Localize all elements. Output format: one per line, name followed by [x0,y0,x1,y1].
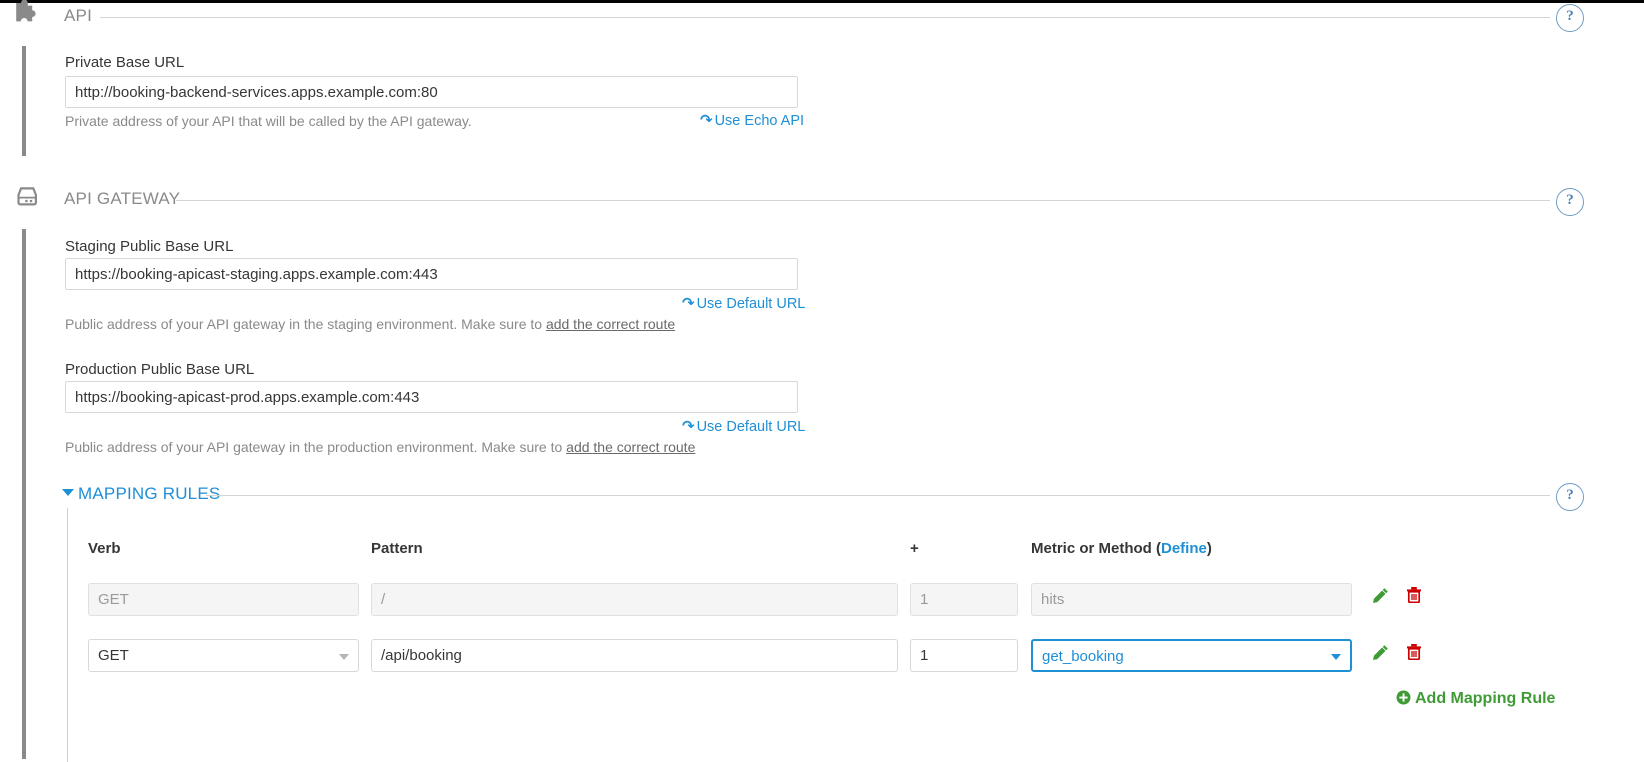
column-header-metric-suffix: ) [1206,540,1212,557]
caret-down-icon[interactable] [62,489,74,496]
mapping-rule-metric-select[interactable]: get_booking [1031,639,1352,672]
mapping-rule-verb-select: GET [88,583,359,616]
staging-hint: Public address of your API gateway in th… [65,316,675,332]
production-use-default-url-label: Use Default URL [696,419,806,435]
add-mapping-rule-label: Add Mapping Rule [1415,690,1556,707]
column-header-pattern: Pattern [371,540,423,557]
section-api-title: API [64,6,103,26]
staging-use-default-url-label: Use Default URL [696,296,806,312]
section-api-gateway-rule [176,200,1550,201]
define-link[interactable]: Define [1161,540,1207,557]
mapping-rules-rail [67,508,68,762]
mapping-rule-metric-select: hits [1031,583,1352,616]
production-hint-text: Public address of your API gateway in th… [65,439,567,455]
section-mapping-rules-rule [206,495,1550,496]
mapping-rules-help-icon[interactable]: ? [1556,483,1584,511]
trash-icon[interactable] [1406,586,1422,604]
section-api-gateway-header: API GATEWAY [0,183,1644,217]
chevron-down-icon [339,654,349,660]
mapping-rule-pattern-value: / [381,591,386,608]
pencil-icon[interactable] [1372,644,1389,661]
production-public-base-url-input[interactable] [65,381,798,413]
section-api-rule [100,17,1550,18]
section-api-rail [22,46,26,156]
staging-hint-link[interactable]: add the correct route [546,316,675,332]
mapping-rule-verb-select[interactable]: GET [88,639,359,672]
column-header-verb: Verb [88,540,121,557]
mapping-rule-delta-value: 1 [920,591,929,608]
private-base-url-label: Private Base URL [65,54,185,71]
production-public-base-url-label: Production Public Base URL [65,361,255,378]
use-echo-api-label: Use Echo API [714,113,805,129]
chevron-down-icon [1331,654,1341,660]
mapping-rule-delta-input[interactable] [910,639,1018,672]
staging-hint-text: Public address of your API gateway in th… [65,316,546,332]
mapping-rule-metric-value: hits [1041,591,1065,608]
mapping-rule-metric-value: get_booking [1042,648,1124,665]
mapping-rule-delta-input: 1 [910,583,1018,616]
undo-icon: ↷ [682,294,695,312]
section-api: API ? Private Base URL Private address o… [0,0,1644,156]
mapping-rule-pattern-input: / [371,583,898,616]
staging-use-default-url-link[interactable]: ↷ Use Default URL [682,294,805,312]
column-header-metric-prefix: Metric or Method ( [1031,540,1161,557]
trash-icon[interactable] [1406,643,1422,661]
server-icon [8,183,46,217]
undo-icon: ↷ [682,417,695,435]
private-base-url-hint: Private address of your API that will be… [65,113,472,129]
staging-public-base-url-input[interactable] [65,258,798,290]
staging-public-base-url-label: Staging Public Base URL [65,238,234,255]
api-gateway-help-icon[interactable]: ? [1556,188,1584,216]
section-api-header: API [0,0,1644,34]
production-hint-link[interactable]: add the correct route [566,439,695,455]
undo-icon: ↷ [700,111,713,129]
mapping-rule-verb-value: GET [98,591,129,608]
production-hint: Public address of your API gateway in th… [65,439,695,455]
column-header-delta: + [910,540,919,557]
use-echo-api-link[interactable]: ↷ Use Echo API [700,111,804,129]
plus-circle-icon [1396,690,1411,710]
private-base-url-input[interactable] [65,76,798,108]
puzzle-piece-icon [8,0,46,34]
section-api-gateway: API GATEWAY ? Staging Public Base URL ↷U… [0,183,1644,759]
section-mapping-rules-title[interactable]: MAPPING RULES [78,484,231,504]
api-help-icon[interactable]: ? [1556,4,1584,32]
section-mapping-rules-header[interactable]: MAPPING RULES [0,478,1644,512]
production-use-default-url-link[interactable]: ↷ Use Default URL [682,417,805,435]
settings-page: API ? Private Base URL Private address o… [0,0,1644,762]
add-mapping-rule-button[interactable]: Add Mapping Rule [1396,690,1555,710]
column-header-metric: Metric or Method (Define) [1031,540,1212,557]
section-api-gateway-title: API GATEWAY [64,189,191,209]
pencil-icon[interactable] [1372,587,1389,604]
mapping-rule-pattern-input[interactable] [371,639,898,672]
section-mapping-rules: MAPPING RULES ? Verb Pattern + Metric or… [0,478,1644,762]
mapping-rule-verb-value: GET [98,647,129,664]
